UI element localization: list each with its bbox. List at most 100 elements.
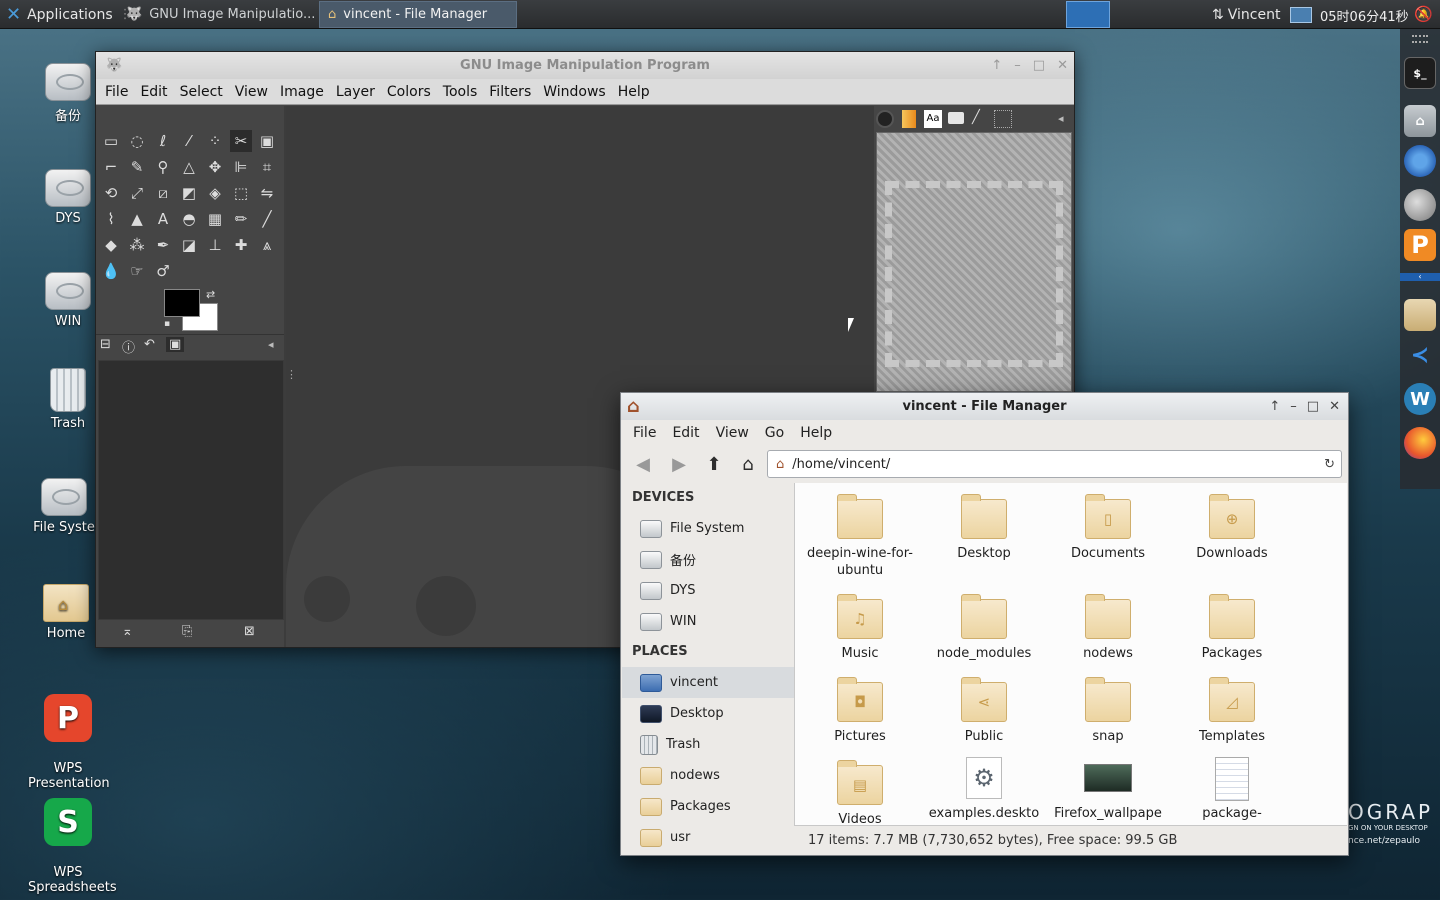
clone-tool-icon[interactable]: ⊥ [204,234,226,256]
fm-menu-file[interactable]: File [625,425,664,441]
device-status-tab-icon[interactable]: ⓘ [122,337,135,356]
paintbrush-tool-icon[interactable]: ╱ [256,208,278,230]
sidebar-item-packages[interactable]: Packages [622,791,794,822]
sidebar-item-dys[interactable]: DYS [622,575,794,606]
color-picker-tool-icon[interactable]: ✎ [126,156,148,178]
file-item[interactable]: nodews [1046,594,1170,662]
fuzzy-select-tool-icon[interactable]: ⁄ [178,130,200,152]
ink-tool-icon[interactable]: ✒ [152,234,174,256]
gimp-menu-image[interactable]: Image [274,84,330,100]
paths-tool-icon[interactable]: ⌐ [100,156,122,178]
patterns-tab-icon[interactable] [948,112,964,124]
images-tab-icon[interactable]: ▣ [166,337,185,352]
file-item[interactable]: snap [1046,677,1170,745]
wordpress-icon[interactable]: W [1404,383,1436,415]
file-item[interactable]: ▯ Documents [1046,494,1170,562]
align-tool-icon[interactable]: ⊫ [230,156,252,178]
rect-select-tool-icon[interactable]: ▭ [100,130,122,152]
sidebar-item-backup[interactable]: 备份 [622,544,794,575]
text-tool-icon[interactable]: A [152,208,174,230]
ellipse-select-tool-icon[interactable]: ◌ [126,130,148,152]
location-bar[interactable]: ⌂ /home/vincent/ ↻ [767,450,1342,478]
heal-tool-icon[interactable]: ✚ [230,234,252,256]
gimp-close-button[interactable]: ✕ [1057,52,1068,79]
reload-icon[interactable]: ↻ [1324,457,1335,472]
gimp-menu-tools[interactable]: Tools [437,84,484,100]
paint-dynamics-tab-icon[interactable]: ╱ [972,110,980,125]
gimp-keep-above-button[interactable]: ↑ [991,52,1002,79]
gradient-tool-icon[interactable]: ▦ [204,208,226,230]
file-item[interactable]: Packages [1170,594,1294,662]
move-tool-icon[interactable]: ✥ [204,156,226,178]
gimp-menu-windows[interactable]: Windows [537,84,612,100]
gradients-tab-icon[interactable] [902,110,916,128]
warp-tool-icon[interactable]: ⌇ [100,208,122,230]
user-indicator[interactable]: ⇅ Vincent [1212,0,1313,29]
zoom-tool-icon[interactable]: ⚲ [152,156,174,178]
lasso-tool-icon[interactable]: ℓ [152,130,174,152]
gimp-menu-layer[interactable]: Layer [330,84,381,100]
clock[interactable]: 05时06分41秒 [1320,6,1409,25]
gimp-menu-select[interactable]: Select [174,84,229,100]
terminal-icon[interactable]: $_ [1404,57,1436,89]
parent-folder-arrow-icon[interactable]: ⬆ [702,454,726,476]
brushes-tab-icon[interactable] [876,110,894,128]
flip-tool-icon[interactable]: ⇋ [256,182,278,204]
airbrush-tool-icon[interactable]: ⁂ [126,234,148,256]
file-manager-launcher-icon[interactable] [1404,299,1436,331]
new-display-icon[interactable]: ⎘ [182,624,192,639]
fm-maximize-button[interactable]: □ [1307,393,1319,420]
file-item[interactable]: ▤ Videos [798,760,922,825]
sidebar-item-trash[interactable]: Trash [622,729,794,760]
unified-transform-tool-icon[interactable]: ▲ [126,208,148,230]
file-item[interactable]: ⚙ examples.deskto [922,757,1046,822]
gimp-minimize-button[interactable]: – [1014,52,1021,79]
foreground-select-tool-icon[interactable]: ▣ [256,130,278,152]
gimp-titlebar[interactable]: 🐺 GNU Image Manipulation Program ↑ – □ ✕ [96,52,1074,79]
mypaint-brush-tool-icon[interactable]: ◪ [178,234,200,256]
perspective-clone-tool-icon[interactable]: ⩓ [256,234,278,256]
fm-menu-go[interactable]: Go [757,425,792,441]
file-item[interactable]: ◿ Templates [1170,677,1294,745]
canvas-resize-handle-icon[interactable]: ⋮ [286,368,297,381]
color-select-tool-icon[interactable]: ⁘ [204,130,226,152]
firefox-icon[interactable] [1404,427,1436,459]
default-colors-icon[interactable]: ▪ [164,319,170,329]
vscode-icon[interactable]: ≺ [1404,339,1436,371]
transform-tool-icon[interactable]: ◈ [204,182,226,204]
fm-menu-view[interactable]: View [708,425,757,441]
sidebar-item-file-system[interactable]: File System [622,513,794,544]
task-file-manager[interactable]: ⌂ vincent - File Manager [319,1,517,28]
notification-muted-icon[interactable]: 🔕 [1414,5,1433,23]
gimp-menu-help[interactable]: Help [612,84,656,100]
fm-titlebar[interactable]: ⌂ vincent - File Manager ↑ – □ ✕ [621,393,1348,420]
file-item[interactable]: deepin-wine-for-ubuntu [798,494,922,579]
file-item[interactable]: ⋖ Public [922,677,1046,745]
sidebar-item-desktop[interactable]: Desktop [622,698,794,729]
foreground-color-swatch[interactable] [164,289,200,317]
measure-tool-icon[interactable]: △ [178,156,200,178]
dock-collapse-icon[interactable]: ‹ [1400,273,1440,281]
desktop-icon-wps-spreadsheets[interactable]: S WPS Spreadsheets [28,783,117,900]
pencil-tool-icon[interactable]: ✏ [230,208,252,230]
gimp-menu-view[interactable]: View [229,84,274,100]
fm-menu-help[interactable]: Help [792,425,840,441]
applications-menu-button[interactable]: ✕ Applications ⋮ [0,0,138,29]
perspective-tool-icon[interactable]: ◩ [178,182,200,204]
fm-keep-above-button[interactable]: ↑ [1269,393,1280,420]
right-dock-menu-icon[interactable]: ◂ [1058,112,1064,125]
dodge-burn-tool-icon[interactable]: ♂ [152,260,174,282]
file-item[interactable]: package- [1170,757,1294,822]
blur-tool-icon[interactable]: 💧 [100,260,122,282]
home-button-icon[interactable]: ⌂ [736,454,760,476]
disk-icon[interactable] [1404,189,1436,221]
forward-arrow-icon[interactable]: ▶ [667,454,691,476]
task-gimp[interactable]: 🐺 GNU Image Manipulatio... [118,1,316,28]
brush-preview-panel[interactable] [876,132,1072,392]
back-arrow-icon[interactable]: ◀ [631,454,655,476]
fonts-tab-icon[interactable]: Aa [924,110,942,128]
chromium-icon[interactable] [1404,145,1436,177]
sidebar-item-nodews[interactable]: nodews [622,760,794,791]
fm-close-button[interactable]: ✕ [1329,393,1340,420]
wps-presentation-launcher-icon[interactable]: P [1404,229,1436,261]
